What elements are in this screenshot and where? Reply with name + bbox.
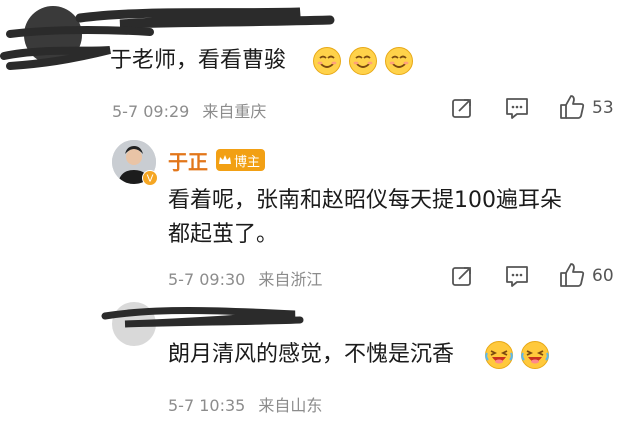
laughing-face-emoji (485, 341, 513, 369)
comment-text-line-2: 都起茧了。 (168, 222, 279, 247)
comment-text: 于老师，看看曹骏 (110, 48, 287, 73)
blogger-badge: 博主 (216, 149, 266, 171)
smiling-face-emoji (349, 47, 377, 75)
location: 来自重庆 (202, 102, 267, 121)
share-icon[interactable] (450, 96, 474, 120)
comment-text-line-1: 看着呢，张南和赵昭仪每天提100遍耳朵 (168, 188, 562, 213)
timestamp: 5-7 09:30 (168, 270, 246, 289)
thumbs-up-icon[interactable] (558, 261, 586, 289)
share-icon[interactable] (450, 264, 474, 288)
like-count: 53 (592, 98, 614, 118)
redacted-username-scribble (101, 307, 304, 328)
crown-icon (219, 155, 231, 164)
smiling-face-emoji (385, 47, 413, 75)
thumbs-up-icon[interactable] (558, 93, 586, 121)
author-name[interactable]: 于正 (168, 146, 208, 175)
comment-meta: 5-7 09:30 来自浙江 (168, 266, 322, 290)
laughing-face-emoji (521, 341, 549, 369)
comment-meta: 5-7 10:35 来自山东 (168, 392, 322, 416)
timestamp: 5-7 09:29 (112, 102, 190, 121)
location: 来自浙江 (258, 270, 323, 289)
comment-meta: 5-7 09:29 来自重庆 (112, 98, 266, 122)
comment-text: 朗月清风的感觉，不愧是沉香 (168, 342, 455, 367)
comment-icon[interactable] (504, 96, 530, 120)
smiling-face-emoji (313, 47, 341, 75)
comment-icon[interactable] (504, 264, 530, 288)
svg-text:V: V (147, 174, 154, 185)
location: 来自山东 (258, 396, 323, 415)
timestamp: 5-7 10:35 (168, 396, 246, 415)
like-count: 60 (592, 266, 614, 286)
verified-badge-icon: V (142, 170, 158, 186)
badge-label: 博主 (234, 154, 261, 170)
